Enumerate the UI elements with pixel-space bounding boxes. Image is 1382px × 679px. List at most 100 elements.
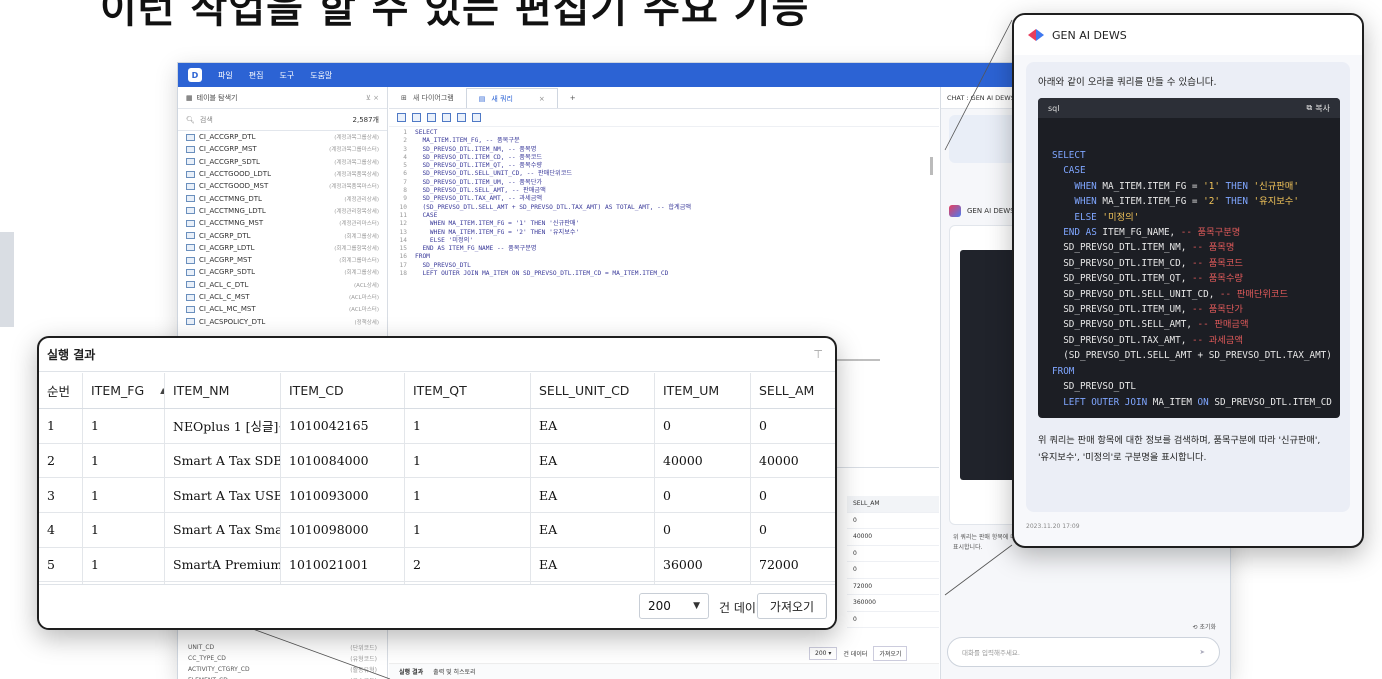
- column-header[interactable]: ITEM_FG▲: [83, 373, 165, 408]
- column-list-item[interactable]: CC_TYPE_CD (유형코드): [178, 653, 387, 664]
- line-number: 16: [399, 253, 407, 261]
- save-icon[interactable]: [442, 113, 451, 122]
- table-icon: [186, 256, 195, 264]
- table-list-item[interactable]: CI_ACCGRP_SDTL (계정과목그룹상세): [178, 156, 387, 168]
- line-number: 11: [399, 211, 407, 219]
- table-cell: SmartA Premium···: [165, 547, 281, 582]
- table-list-item[interactable]: CI_ACSPOLICY_DTL (정책상세): [178, 315, 387, 327]
- close-tab-icon[interactable]: ×: [539, 95, 545, 103]
- column-name: CC_TYPE_CD: [188, 655, 226, 662]
- clear-label: 초기화: [1199, 624, 1216, 631]
- export-icon[interactable]: [457, 113, 466, 122]
- editor-scrollbar[interactable]: [930, 157, 933, 175]
- table-comment: (회계그룹항목상세): [334, 245, 379, 252]
- code-text: SD_PREVSO_DTL.ITEM_CD, -- 품목코드: [415, 153, 543, 161]
- gen-ai-logo-icon: [949, 205, 961, 217]
- column-header[interactable]: ITEM_CD: [281, 373, 405, 408]
- table-list-item[interactable]: CI_ACCTGOOD_MST (계정과목품목마스터): [178, 180, 387, 192]
- mini-fetch-button[interactable]: 가져오기: [873, 646, 908, 661]
- table-comment: (계정과목품목마스터): [329, 184, 379, 191]
- column-header-label: SELL_AM: [759, 383, 815, 398]
- table-list-item[interactable]: CI_ACCTMNG_MST (계정관리마스터): [178, 217, 387, 229]
- table-cell: EA: [531, 478, 655, 513]
- table-list-item[interactable]: CI_ACCGRP_MST (계정과목그룹마스터): [178, 143, 387, 155]
- explorer-search[interactable]: 🔍︎ 검색 2,587개: [178, 109, 387, 131]
- app-logo-icon: D: [188, 68, 202, 82]
- add-tab-button[interactable]: +: [558, 88, 588, 108]
- menu-tools[interactable]: 도구: [279, 70, 294, 81]
- table-row[interactable]: 41Smart A Tax Smar···10100980001EA00: [39, 513, 835, 548]
- grid-header-row: 순번 ITEM_FG▲ ITEM_NM ITEM_CD ITEM_QT SELL_UNIT…: [39, 373, 835, 409]
- table-list-item[interactable]: CI_ACCTMNG_LDTL (계정관리항목상세): [178, 205, 387, 217]
- table-list-item[interactable]: CI_ACCTGOOD_LDTL (계정과목품목상세): [178, 168, 387, 180]
- chat-panel-zoom: GEN AI DEWS 아래와 같이 오라클 쿼리를 만들 수 있습니다. sq…: [1012, 13, 1364, 548]
- column-list-item[interactable]: ELEMENT_CD(요소코드): [178, 675, 387, 679]
- fetch-button[interactable]: 가져오기: [757, 593, 827, 619]
- table-row[interactable]: 31Smart A Tax USE···10100930001EA00: [39, 478, 835, 514]
- code-text: LEFT OUTER JOIN MA_ITEM ON SD_PREVSO_DTL…: [415, 270, 669, 278]
- table-row[interactable]: 1 1 NEOplus 1 [싱글]··· 1010042165 1 EA 0 0: [39, 409, 835, 444]
- run-icon[interactable]: [397, 113, 406, 122]
- send-icon[interactable]: ➤: [1200, 648, 1205, 656]
- explorer-header: ▦ 테이블 탐색기 ⊻ ×: [178, 87, 387, 109]
- line-number: 14: [399, 236, 407, 244]
- table-cell: 2: [405, 547, 531, 582]
- column-header[interactable]: SELL_AM: [751, 373, 835, 408]
- column-header-label: SELL_UNIT_CD: [539, 383, 630, 398]
- table-list-item[interactable]: CI_ACCTMNG_DTL (계정관리상세): [178, 192, 387, 204]
- table-list-item[interactable]: CI_ACL_C_DTL (ACL상세): [178, 279, 387, 291]
- chat-input-placeholder: 대화를 입력해주세요.: [962, 649, 1020, 657]
- table-list-item[interactable]: CI_ACL_C_MST (ACL마스터): [178, 291, 387, 303]
- table-cell: 1010021001: [281, 547, 405, 582]
- column-list-item[interactable]: UNIT_CD (단위코드): [178, 642, 387, 653]
- table-row[interactable]: 21Smart A Tax SDB(···10100840001EA400004…: [39, 443, 835, 479]
- search-icon: 🔍︎: [186, 115, 195, 124]
- tab-history[interactable]: 출력 및 히스토리: [433, 667, 475, 676]
- stop-icon[interactable]: [412, 113, 421, 122]
- clear-chat-button[interactable]: ⟲ 초기화: [1193, 622, 1217, 631]
- table-list-item[interactable]: CI_ACGRP_DTL (회계그룹상세): [178, 229, 387, 241]
- table-icon: [186, 170, 195, 178]
- table-icon: [186, 195, 195, 203]
- line-number: 4: [403, 153, 407, 161]
- table-name: CI_ACCTMNG_LDTL: [199, 206, 266, 215]
- pin-icon[interactable]: ⊤: [813, 348, 823, 361]
- code-text: SELECT: [415, 129, 438, 136]
- copy-button[interactable]: ⧉ 복사: [1307, 103, 1330, 114]
- column-header[interactable]: ITEM_NM: [165, 373, 281, 408]
- column-header[interactable]: ITEM_UM: [655, 373, 751, 408]
- close-icon[interactable]: ⊻ ×: [366, 94, 379, 102]
- column-header[interactable]: SELL_UNIT_CD: [531, 373, 655, 408]
- menu-file[interactable]: 파일: [218, 70, 233, 81]
- column-name: UNIT_CD: [188, 644, 215, 651]
- code-area[interactable]: 1 SELECT 2 MA_ITEM.ITEM_FG, -- 품목구분 3 SD_PR…: [389, 129, 939, 278]
- table-cell: 0: [655, 409, 751, 443]
- menu-edit[interactable]: 편집: [249, 70, 264, 81]
- tab-results[interactable]: 실행 결과: [399, 667, 423, 676]
- mini-page-size[interactable]: 200 ▾: [809, 647, 838, 660]
- chat-input[interactable]: 대화를 입력해주세요. ➤: [947, 637, 1220, 667]
- tab-query[interactable]: ▤ 새 쿼리 ×: [465, 88, 558, 108]
- format-icon[interactable]: [427, 113, 436, 122]
- table-list-item[interactable]: CI_ACGRP_SDTL (회계그룹상세): [178, 266, 387, 278]
- table-list-item[interactable]: CI_ACGRP_MST (회계그룹마스터): [178, 254, 387, 266]
- search-input[interactable]: 검색: [200, 115, 213, 125]
- column-header[interactable]: ITEM_QT: [405, 373, 531, 408]
- table-list-item[interactable]: CI_ACL_MC_MST (ACL마스터): [178, 303, 387, 315]
- grid-icon[interactable]: [472, 113, 481, 122]
- table-list-item[interactable]: CI_ACGRP_LDTL (회계그룹항목상세): [178, 242, 387, 254]
- table-row[interactable]: 51SmartA Premium···10100210012EA36000720…: [39, 547, 835, 583]
- tab-diagram[interactable]: ⊞ 새 다이어그램: [389, 88, 466, 108]
- table-list-item[interactable]: CI_ACCGRP_DTL (계정과목그룹상세): [178, 131, 387, 143]
- table-name: CI_ACGRP_LDTL: [199, 243, 255, 252]
- column-list-item[interactable]: ACTIVITY_CTGRY_CD (활동유형): [178, 664, 387, 675]
- table-name: CI_ACL_C_DTL: [199, 280, 249, 289]
- table-name: CI_ACGRP_SDTL: [199, 268, 256, 277]
- column-header[interactable]: 순번: [39, 373, 83, 408]
- menu-help[interactable]: 도움말: [310, 70, 332, 81]
- page-size-select[interactable]: 200 ▼: [639, 593, 709, 619]
- chevron-down-icon: ▼: [693, 601, 700, 611]
- code-line: 13 WHEN MA_ITEM.ITEM_FG = '2' THEN '유지보수…: [389, 229, 939, 237]
- table-icon: [186, 268, 195, 276]
- column-comment: (활동유형): [350, 667, 377, 674]
